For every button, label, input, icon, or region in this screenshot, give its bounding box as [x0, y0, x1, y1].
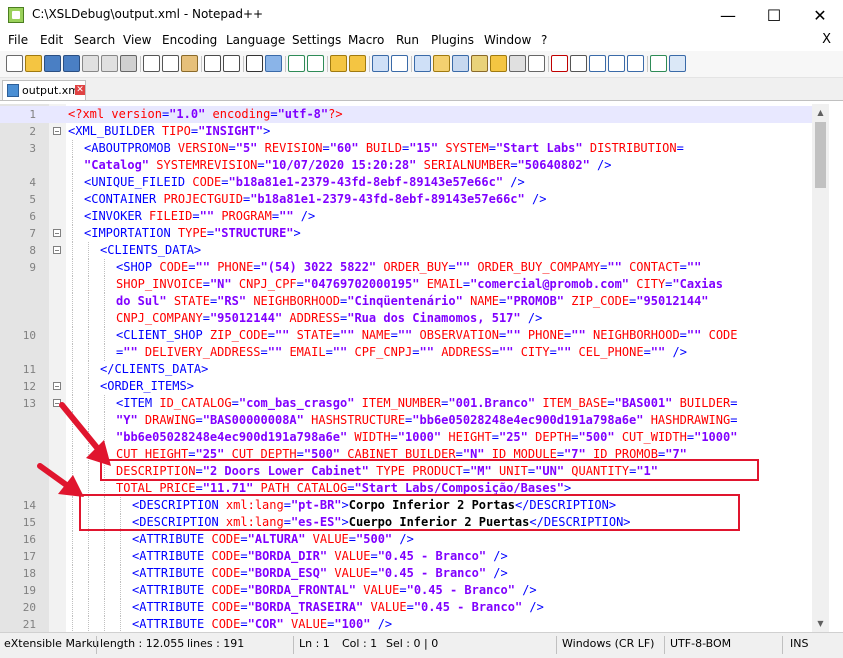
- status-sel: Sel : 0 | 0: [386, 637, 439, 650]
- red-arrow-2: [37, 463, 84, 497]
- red-arrow-1: [59, 402, 111, 466]
- status-bar: eXtensible Marku length : 12.055 lines :…: [0, 632, 843, 658]
- status-eol[interactable]: Windows (CR LF): [562, 637, 654, 650]
- status-col: Col : 1: [342, 637, 378, 650]
- status-ln: Ln : 1: [299, 637, 330, 650]
- status-language: eXtensible Marku: [4, 637, 100, 650]
- status-encoding[interactable]: UTF-8-BOM: [670, 637, 731, 650]
- status-insert-mode: INS: [790, 637, 809, 650]
- annotation-arrows: [37, 402, 111, 497]
- status-lines: lines : 191: [187, 637, 245, 650]
- status-length: length : 12.055: [100, 637, 185, 650]
